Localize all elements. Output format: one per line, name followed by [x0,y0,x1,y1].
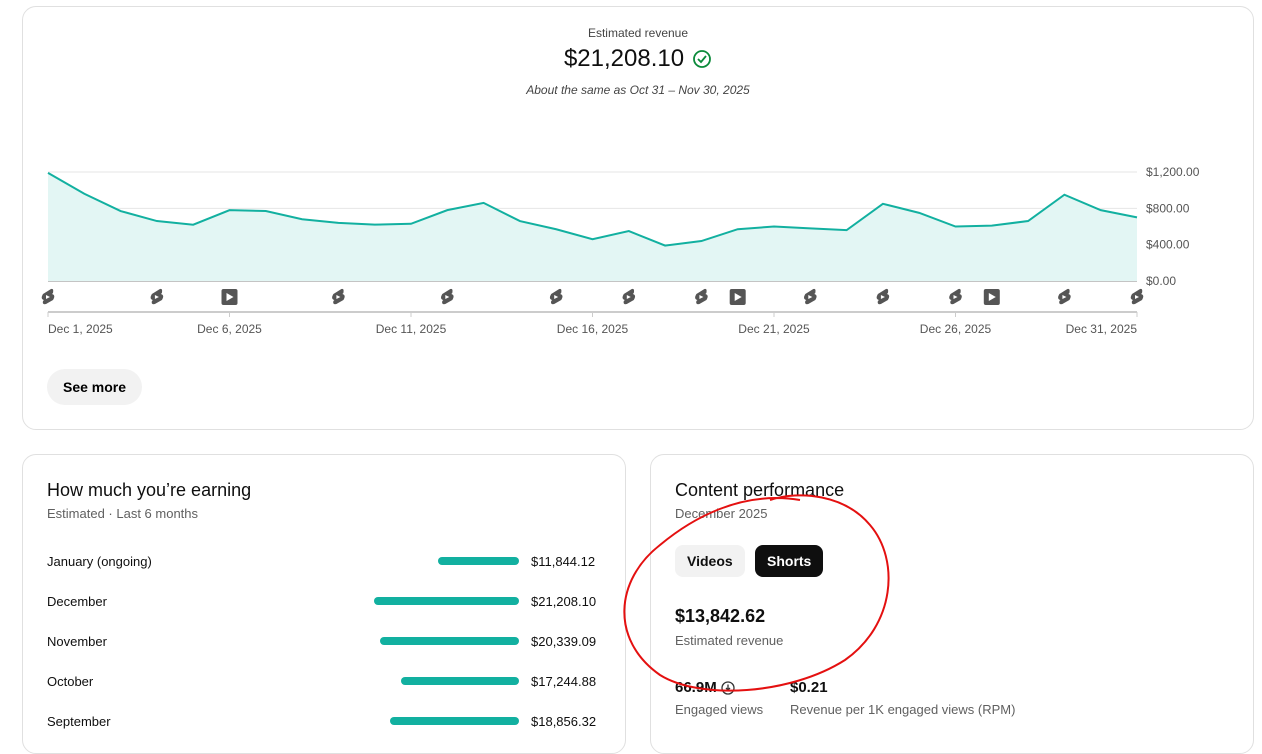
x-tick-label: Dec 1, 2025 [48,322,113,336]
shorts-marker-icon[interactable] [695,288,708,305]
earning-row: November $20,339.09 [47,631,597,651]
x-tick-label: Dec 26, 2025 [920,322,992,336]
month-label: September [47,713,111,729]
shorts-marker-icon[interactable] [549,288,563,305]
performance-title: Content performance [675,480,845,500]
shorts-marker-icon[interactable] [332,288,345,305]
earning-row: January (ongoing) $11,844.12 [47,551,595,571]
video-marker-icon[interactable] [983,289,1000,305]
x-tick-label: Dec 11, 2025 [376,322,447,336]
earning-title: How much you’re earning [47,480,252,500]
month-label: December [47,593,107,609]
month-label: October [47,673,94,689]
earning-bar [438,557,519,565]
month-value: $21,208.10 [531,593,597,609]
earning-bar [374,597,519,605]
info-down-icon[interactable] [721,680,735,695]
earning-row: September $18,856.32 [47,711,597,731]
x-tick-label: Dec 31, 2025 [1066,322,1138,336]
metric-rpm: $0.21 Revenue per 1K engaged views (RPM) [790,679,1016,717]
x-tick-label: Dec 6, 2025 [197,322,262,336]
shorts-revenue-label: Estimated revenue [675,633,784,648]
earning-row: December $21,208.10 [47,591,597,611]
tab-videos[interactable]: Videos [675,545,745,577]
shorts-marker-icon[interactable] [949,288,962,305]
revenue-overview-card: Estimated revenue $21,208.10 About the s… [22,6,1254,430]
shorts-marker-icon[interactable] [1130,288,1144,305]
x-tick-label: Dec 16, 2025 [557,322,629,336]
shorts-marker-icon[interactable] [804,288,817,305]
shorts-marker-icon[interactable] [876,288,890,305]
shorts-marker-icon[interactable] [441,288,454,305]
tab-shorts[interactable]: Shorts [755,545,824,577]
month-value: $11,844.12 [531,553,596,569]
month-value: $17,244.88 [531,673,597,689]
see-more-button[interactable]: See more [47,369,143,405]
video-marker-icon[interactable] [729,289,746,305]
shorts-revenue-value: $13,842.62 [675,606,766,626]
month-value: $18,856.32 [531,713,597,729]
earning-bar [401,677,519,685]
month-value: $20,339.09 [531,633,597,649]
month-label: November [47,633,107,649]
earning-subtitle: Estimated · Last 6 months [47,506,199,521]
x-tick-label: Dec 21, 2025 [738,322,810,336]
revenue-chart: $0.00 $400.00 $800.00 $1,200.00 Dec 1, 2025 D… [41,165,1200,336]
video-marker-icon[interactable] [221,289,238,305]
shorts-marker-icon[interactable] [1058,288,1071,305]
performance-subtitle: December 2025 [675,506,768,521]
earning-bar [390,717,519,725]
content-performance-card: Content performance December 2025 Videos… [650,454,1254,754]
y-tick-label: $400.00 [1146,238,1190,252]
metric-engaged-views: 66.9M Engaged views [675,679,764,717]
earning-card: How much you’re earning Estimated · Last… [22,454,626,754]
month-label: January (ongoing) [47,553,152,569]
earning-bar [379,637,519,645]
shorts-marker-icon[interactable] [150,288,164,305]
y-tick-label: $1,200.00 [1146,165,1200,179]
earning-row: October $17,244.88 [47,671,597,691]
shorts-marker-icon[interactable] [622,288,636,305]
shorts-marker-icon[interactable] [41,288,55,305]
y-tick-label: $0.00 [1146,274,1176,288]
y-tick-label: $800.00 [1146,201,1190,215]
